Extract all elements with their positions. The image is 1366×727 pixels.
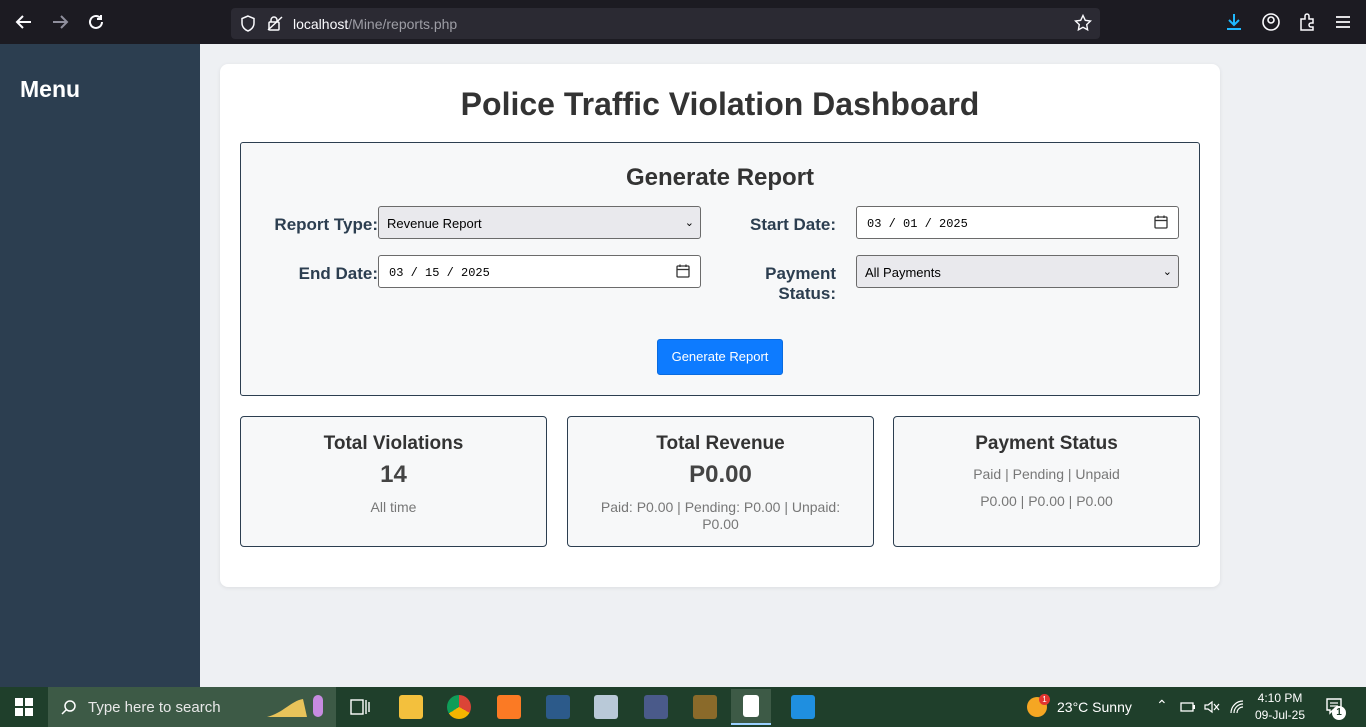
sidebar: Menu <box>0 44 200 687</box>
reload-button[interactable] <box>82 8 110 36</box>
account-icon[interactable] <box>1261 12 1281 32</box>
image-icon <box>693 695 717 719</box>
stat-card-violations: Total Violations 14 All time <box>240 416 547 547</box>
bookmark-star-icon[interactable] <box>1074 14 1092 32</box>
clock-time: 4:10 PM <box>1257 691 1303 705</box>
url-host: localhost <box>293 16 349 32</box>
forward-button[interactable] <box>46 8 74 36</box>
arrow-left-icon <box>15 15 31 29</box>
vscode-icon <box>791 695 815 719</box>
dashboard-container: Police Traffic Violation Dashboard Gener… <box>220 64 1220 587</box>
xampp-icon <box>497 695 521 719</box>
taskbar-app-notepad-active[interactable] <box>731 689 771 725</box>
lock-icon[interactable] <box>266 15 284 32</box>
taskbar: Type here to search 1 23°C Sunny ⌃ 4:10 … <box>0 687 1366 727</box>
shield-icon <box>241 15 255 32</box>
folder-icon <box>399 695 423 719</box>
form-title: Generate Report <box>625 164 815 191</box>
card-value: P0.00 <box>689 461 752 488</box>
stat-card-revenue: Total Revenue P0.00 Paid: P0.00 | Pendin… <box>567 416 874 547</box>
start-button[interactable] <box>0 687 48 727</box>
sidebar-title: Menu <box>20 76 81 102</box>
stat-card-payment-status: Payment Status Paid | Pending | Unpaid P… <box>893 416 1200 547</box>
url-path: /Mine/reports.php <box>348 16 458 32</box>
taskbar-app-image[interactable] <box>685 691 725 723</box>
card-title: Payment Status <box>975 433 1118 454</box>
card-subtext: All time <box>370 499 417 515</box>
taskbar-app-chrome[interactable] <box>439 691 479 723</box>
page-viewport: Menu Police Traffic Violation Dashboard … <box>0 44 1366 687</box>
card-subtext: Paid: P0.00 | Pending: P0.00 | Unpaid: P… <box>600 499 841 532</box>
payment-status-select[interactable]: All Payments ⌄ <box>856 255 1179 288</box>
report-form: Generate Report Report Type: Revenue Rep… <box>240 142 1200 396</box>
extensions-icon[interactable] <box>1297 12 1317 32</box>
browser-toolbar: localhost/Mine/reports.php <box>0 0 1366 44</box>
battery-icon[interactable] <box>1180 699 1196 715</box>
taskbar-app-vscode[interactable] <box>783 691 823 723</box>
volume-muted-icon[interactable] <box>1204 699 1220 715</box>
taskbar-app-game[interactable] <box>636 691 676 723</box>
weather-text: 23°C Sunny <box>1057 699 1132 715</box>
taskbar-search[interactable]: Type here to search <box>48 687 336 727</box>
report-type-label: Report Type: <box>274 215 378 234</box>
wifi-icon[interactable] <box>1229 699 1245 715</box>
notification-badge: 1 <box>1332 706 1346 720</box>
taskbar-app-mysql-workbench[interactable] <box>538 691 578 723</box>
notification-center-button[interactable]: 1 <box>1320 687 1366 727</box>
chevron-down-icon: ⌄ <box>684 217 694 229</box>
report-type-select[interactable]: Revenue Report ⌄ <box>378 206 701 239</box>
end-date-value: 03 / 15 / 2025 <box>389 266 490 280</box>
start-date-value: 03 / 01 / 2025 <box>867 217 968 231</box>
taskbar-app-jar[interactable] <box>586 691 626 723</box>
arrow-right-icon <box>53 15 69 29</box>
task-view-button[interactable] <box>340 691 380 723</box>
card-title: Total Revenue <box>656 433 785 454</box>
page-title: Police Traffic Violation Dashboard <box>460 86 980 122</box>
card-subtext: P0.00 | P0.00 | P0.00 <box>980 493 1113 509</box>
start-date-label: Start Date: <box>750 215 836 234</box>
weather-badge: 1 <box>1039 694 1050 705</box>
end-date-label: End Date: <box>298 264 378 283</box>
report-type-value: Revenue Report <box>387 216 482 231</box>
back-button[interactable] <box>10 8 38 36</box>
jar-icon <box>594 695 618 719</box>
chevron-up-icon[interactable]: ⌃ <box>1156 697 1168 714</box>
end-date-input[interactable]: 03 / 15 / 2025 <box>378 255 701 288</box>
card-title: Total Violations <box>323 433 464 454</box>
calendar-icon[interactable] <box>676 264 690 278</box>
weather-widget[interactable]: 1 23°C Sunny <box>1024 687 1144 727</box>
start-date-input[interactable]: 03 / 01 / 2025 <box>856 206 1179 239</box>
reload-icon <box>89 14 103 29</box>
url-bar[interactable]: localhost/Mine/reports.php <box>231 8 1100 39</box>
hamburger-menu-icon[interactable] <box>1333 12 1353 32</box>
url-text: localhost/Mine/reports.php <box>293 16 457 32</box>
card-value: 14 <box>380 461 407 488</box>
generate-report-button[interactable]: Generate Report <box>657 339 783 375</box>
workbench-icon <box>546 695 570 719</box>
windows-icon <box>15 698 33 716</box>
search-icon <box>61 700 76 715</box>
game-icon <box>644 695 668 719</box>
search-highlight-icon <box>267 695 323 717</box>
system-clock[interactable]: 4:10 PM 09-Jul-25 <box>1252 690 1308 724</box>
search-placeholder: Type here to search <box>88 699 221 716</box>
card-subtext: Paid | Pending | Unpaid <box>973 466 1120 482</box>
chevron-down-icon: ⌄ <box>1162 266 1172 278</box>
document-icon <box>743 695 759 717</box>
download-icon[interactable] <box>1224 12 1244 32</box>
taskbar-app-file-explorer[interactable] <box>391 691 431 723</box>
calendar-icon[interactable] <box>1154 215 1168 229</box>
taskbar-app-xampp[interactable] <box>489 691 529 723</box>
clock-date: 09-Jul-25 <box>1254 708 1306 722</box>
payment-status-value: All Payments <box>865 265 941 280</box>
task-view-icon <box>350 699 370 715</box>
payment-status-label: Payment Status: <box>765 264 836 303</box>
chrome-icon <box>447 695 471 719</box>
